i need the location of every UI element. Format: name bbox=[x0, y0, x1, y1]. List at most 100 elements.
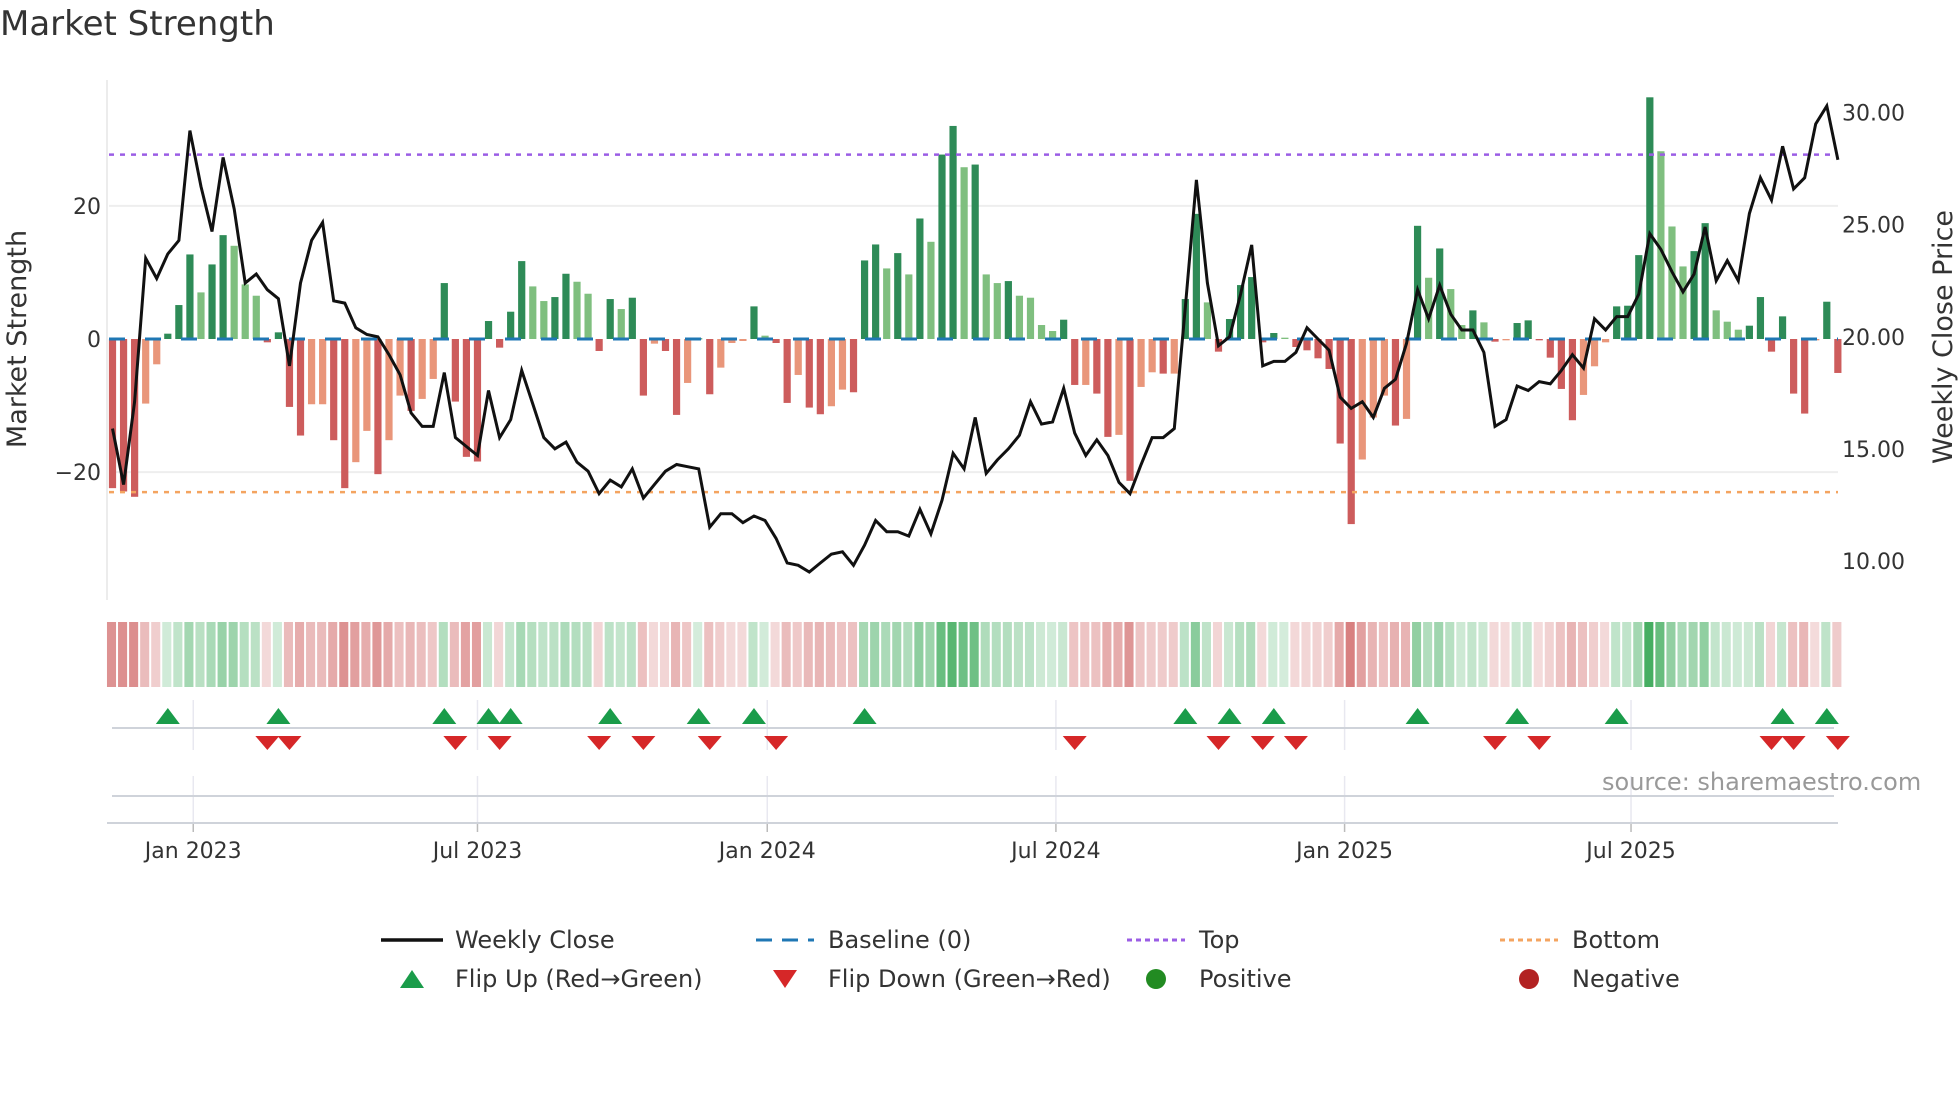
flip-down-marker bbox=[1825, 736, 1850, 750]
heat-strip-cell bbox=[770, 622, 780, 687]
heat-strip-cell bbox=[1445, 622, 1455, 687]
negative-strength-bar bbox=[849, 339, 858, 393]
flip-down-marker bbox=[1781, 736, 1806, 750]
y-tick-label: 0 bbox=[87, 328, 101, 353]
heat-strip-cell bbox=[1478, 622, 1488, 687]
negative-strength-bar bbox=[639, 339, 647, 396]
heat-strip-cell bbox=[759, 622, 769, 687]
heat-strip-cell bbox=[715, 622, 725, 687]
heat-strip-cell bbox=[1732, 622, 1742, 687]
heat-strip-cell bbox=[1069, 622, 1079, 687]
negative-strength-bar bbox=[296, 339, 305, 436]
heat-strip-cell bbox=[1577, 622, 1588, 687]
heat-strip-cell bbox=[1179, 622, 1189, 687]
negative-strength-bar bbox=[1801, 339, 1809, 414]
heat-strip-cell bbox=[1622, 622, 1632, 687]
negative-strength-bar bbox=[1358, 339, 1366, 460]
heat-strip-cell bbox=[571, 622, 581, 687]
heat-strip-cell bbox=[1688, 622, 1698, 687]
heat-strip-cell bbox=[1168, 622, 1178, 687]
heat-strip-cell bbox=[847, 622, 858, 687]
heat-strip-cell bbox=[671, 622, 681, 687]
heat-strip-cell bbox=[792, 622, 802, 687]
positive-strength-bar bbox=[1613, 306, 1621, 340]
positive-strength-bar bbox=[1480, 322, 1488, 340]
positive-strength-bar bbox=[628, 297, 636, 340]
positive-strength-bar bbox=[883, 268, 891, 340]
heat-strip-cell bbox=[1633, 622, 1643, 687]
heat-strip-cell bbox=[261, 622, 271, 687]
heat-strip-cell bbox=[538, 622, 548, 687]
heat-strip-cell bbox=[1036, 622, 1046, 687]
heat-strip-cell bbox=[1555, 622, 1565, 687]
positive-strength-bar bbox=[1004, 281, 1012, 340]
heat-strip-cell bbox=[969, 622, 979, 687]
heat-strip-cell bbox=[184, 622, 194, 687]
y2-tick-label: 30.00 bbox=[1842, 102, 1905, 127]
flip-up-marker bbox=[686, 708, 711, 724]
heat-strip-cell bbox=[1788, 622, 1798, 687]
heat-strip-cell bbox=[1024, 622, 1035, 687]
flip-up-marker bbox=[852, 708, 877, 724]
heat-strip-cell bbox=[483, 622, 493, 687]
heat-strip-cell bbox=[394, 622, 404, 687]
negative-strength-bar bbox=[827, 339, 835, 407]
y2-tick-label: 20.00 bbox=[1842, 326, 1905, 351]
negative-strength-bar bbox=[783, 339, 791, 403]
heat-strip-cell bbox=[980, 622, 990, 687]
heat-strip-cell bbox=[1821, 622, 1831, 687]
negative-strength-bar bbox=[672, 339, 681, 415]
negative-strength-bar bbox=[418, 339, 426, 399]
positive-strength-bar bbox=[241, 284, 249, 340]
heat-strip-cell bbox=[1268, 622, 1278, 687]
negative-strength-bar bbox=[1104, 339, 1112, 437]
positive-strength-bar bbox=[750, 306, 758, 340]
heat-strip-cell bbox=[1224, 622, 1234, 687]
positive-strength-bar bbox=[208, 264, 216, 340]
heat-strip-cell bbox=[1389, 622, 1399, 687]
heat-strip-cell bbox=[427, 622, 437, 687]
flip-up-marker bbox=[1604, 708, 1629, 724]
negative-strength-bar bbox=[739, 339, 747, 341]
heat-strip-cell bbox=[272, 622, 282, 687]
positive-strength-bar bbox=[1513, 323, 1521, 340]
heat-strip-cell bbox=[859, 622, 869, 687]
negative-strength-bar bbox=[1071, 339, 1079, 385]
heat-strip-cell bbox=[925, 622, 935, 687]
negative-strength-bar bbox=[142, 339, 150, 404]
heat-strip-cell bbox=[604, 622, 614, 687]
positive-strength-bar bbox=[274, 332, 282, 340]
heat-strip-cell bbox=[1500, 622, 1510, 687]
x-tick-label: Jul 2024 bbox=[1009, 839, 1101, 864]
heat-strip-cell bbox=[1047, 622, 1057, 687]
negative-strength-bar bbox=[1834, 339, 1842, 373]
negative-strength-bar bbox=[1602, 339, 1610, 343]
source-note: source: sharemaestro.com bbox=[1602, 768, 1922, 796]
y2-tick-label: 15.00 bbox=[1842, 438, 1905, 463]
negative-strength-bar bbox=[307, 339, 316, 405]
heat-strip-cell bbox=[560, 622, 570, 687]
heat-strip-cell bbox=[1611, 622, 1621, 687]
positive-strength-bar bbox=[186, 254, 194, 340]
negative-strength-bar bbox=[496, 339, 504, 348]
positive-strength-bar bbox=[938, 154, 946, 340]
heat-strip-cell bbox=[704, 622, 714, 687]
heat-strip-cell bbox=[1777, 622, 1787, 687]
heat-strip-cell bbox=[1721, 622, 1731, 687]
heat-strip-cell bbox=[1566, 622, 1576, 687]
heat-strip-cell bbox=[1290, 622, 1300, 687]
heat-strip-cell bbox=[505, 622, 515, 687]
flip-down-marker bbox=[697, 736, 722, 750]
heat-strip-cell bbox=[1533, 622, 1543, 687]
positive-strength-bar bbox=[1679, 266, 1687, 340]
negative-strength-bar bbox=[374, 339, 382, 475]
positive-strength-bar bbox=[1192, 213, 1200, 340]
flip-down-marker bbox=[1527, 736, 1552, 750]
heat-strip-cell bbox=[1113, 622, 1123, 687]
heat-strip-cell bbox=[1710, 622, 1720, 687]
flip-down-marker bbox=[487, 736, 512, 750]
flip-up-marker bbox=[498, 708, 523, 724]
heat-strip-cell bbox=[648, 622, 658, 687]
negative-strength-bar bbox=[1347, 339, 1355, 525]
positive-strength-bar bbox=[1524, 320, 1532, 340]
